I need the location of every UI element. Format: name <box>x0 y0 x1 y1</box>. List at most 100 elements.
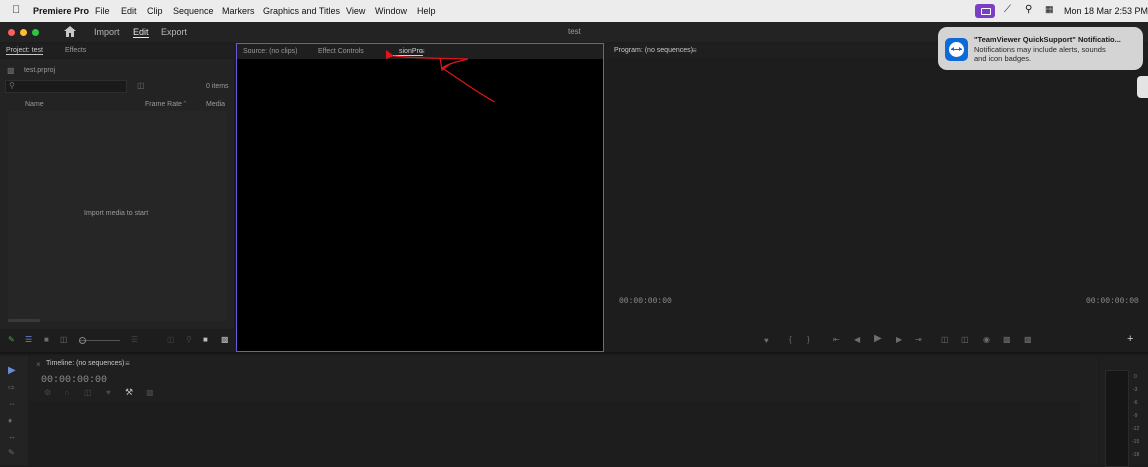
zoom-slider[interactable] <box>80 340 120 341</box>
menu-markers[interactable]: Markers <box>222 6 255 16</box>
add-marker-icon[interactable]: ♥ <box>764 337 769 345</box>
pen-tool-icon[interactable]: ✎ <box>8 449 15 457</box>
tab-source[interactable]: Source: (no clips) <box>243 48 297 55</box>
step-back-icon[interactable]: ◀ <box>854 336 860 344</box>
media-list-area: Import media to start <box>8 111 226 321</box>
go-to-out-icon[interactable]: ⇥ <box>915 336 922 344</box>
tab-effect-controls[interactable]: Effect Controls <box>318 48 364 55</box>
document-title: test <box>568 27 581 36</box>
tools-panel: ▶ ⇨ ⇔ ♦ ↔ ✎ <box>0 356 28 465</box>
icon-view-icon[interactable]: ■ <box>44 336 49 344</box>
go-to-in-icon[interactable]: ⇤ <box>833 336 840 344</box>
linked-selection-icon[interactable]: ◫ <box>84 389 92 397</box>
ripple-edit-tool-icon[interactable]: ⇔ <box>8 400 16 408</box>
timeline-track-area[interactable] <box>30 402 1080 465</box>
column-frame-rate[interactable]: Frame Rate <box>145 101 182 108</box>
step-forward-icon[interactable]: ▶ <box>896 336 902 344</box>
timeline-panel-menu-icon[interactable]: ≡ <box>125 360 130 368</box>
meter-tick-1: -3 <box>1133 387 1138 393</box>
zoom-window-button[interactable] <box>32 29 39 36</box>
wifi-off-icon[interactable]: ⟋ <box>1004 4 1011 15</box>
meter-tick-5: -15 <box>1132 439 1140 445</box>
captions-icon[interactable]: ▩ <box>146 389 154 397</box>
search-icon: ⚲ <box>9 81 15 90</box>
new-item-icon[interactable]: ▩ <box>221 336 229 344</box>
track-select-tool-icon[interactable]: ⇨ <box>8 384 15 392</box>
extract-icon[interactable]: ◫ <box>961 336 969 344</box>
automate-to-sequence-icon[interactable]: ◫ <box>167 336 175 344</box>
tab-program[interactable]: Program: (no sequences) <box>614 47 693 54</box>
close-window-button[interactable] <box>8 29 15 36</box>
program-panel-menu-icon[interactable]: ≡ <box>692 47 697 55</box>
project-bottom-toolbar: ✎ ☰ ■ ◫ ☰ ◫ ⚲ ■ ▩ <box>0 333 234 349</box>
minimize-window-button[interactable] <box>20 29 27 36</box>
menu-app-name[interactable]: Premiere Pro <box>33 6 89 16</box>
notification-body-line2: and icon badges. <box>974 54 1032 63</box>
timeline-marker-icon[interactable]: ♥ <box>106 389 111 397</box>
workspace-import-tab[interactable]: Import <box>94 27 120 37</box>
zoom-slider-handle[interactable] <box>79 337 86 344</box>
close-timeline-icon[interactable]: × <box>36 361 41 369</box>
slip-tool-icon[interactable]: ↔ <box>8 433 16 441</box>
teamviewer-side-tab[interactable] <box>1137 76 1148 98</box>
teamviewer-status-icon[interactable] <box>975 4 995 18</box>
mark-out-icon[interactable]: } <box>807 336 810 344</box>
insert-sequence-icon[interactable]: ⚙ <box>44 389 51 397</box>
razor-tool-icon[interactable]: ♦ <box>8 417 12 425</box>
tab-project[interactable]: Project: test <box>6 47 43 55</box>
audio-meter: 0 -3 -6 -9 -12 -15 -18 <box>1100 356 1148 467</box>
horizontal-scrollbar[interactable] <box>8 319 40 322</box>
tab-timeline[interactable]: Timeline: (no sequences) <box>46 360 124 367</box>
new-search-bin-icon[interactable]: ◫ <box>137 82 145 90</box>
comparison-view-icon[interactable]: ▩ <box>1003 336 1011 344</box>
export-frame-icon[interactable]: ◉ <box>983 336 990 344</box>
tab-effects[interactable]: Effects <box>65 47 86 54</box>
wrench-icon[interactable]: ⚒ <box>125 388 133 397</box>
pencil-icon[interactable]: ✎ <box>8 336 15 344</box>
search-icon[interactable]: ⚲ <box>1025 4 1032 15</box>
mark-in-icon[interactable]: { <box>789 336 792 344</box>
play-icon[interactable]: ▶ <box>874 334 882 344</box>
add-button-icon[interactable]: + <box>1127 334 1133 345</box>
list-view-icon[interactable]: ☰ <box>25 336 32 344</box>
program-monitor: 00:00:00:00 00:00:00:00 ♥ { } ⇤ ◀ ▶ ▶ ⇥ … <box>606 59 1148 349</box>
notification-banner[interactable]: "TeamViewer QuickSupport" Notificatio...… <box>938 27 1143 70</box>
sort-ascending-icon[interactable]: ⌃ <box>182 101 188 109</box>
home-icon[interactable] <box>64 26 76 37</box>
sort-icons-icon[interactable]: ☰ <box>131 336 138 344</box>
timeline-timecode[interactable]: 00:00:00:00 <box>41 375 107 386</box>
menu-view[interactable]: View <box>346 6 365 16</box>
menu-graphics-and-titles[interactable]: Graphics and Titles <box>263 6 340 16</box>
meter-tick-4: -12 <box>1132 426 1140 432</box>
menu-sequence[interactable]: Sequence <box>173 6 214 16</box>
audio-meter-bar <box>1105 370 1129 467</box>
meter-tick-6: -18 <box>1132 452 1140 458</box>
notification-title: "TeamViewer QuickSupport" Notificatio... <box>974 35 1121 44</box>
menu-file[interactable]: File <box>95 6 110 16</box>
meter-tick-0: 0 <box>1134 374 1137 380</box>
menu-window[interactable]: Window <box>375 6 407 16</box>
notification-body-line1: Notifications may include alerts, sounds <box>974 45 1106 54</box>
menu-clip[interactable]: Clip <box>147 6 163 16</box>
workspace-export-tab[interactable]: Export <box>161 27 187 37</box>
find-icon[interactable]: ⚲ <box>186 336 192 344</box>
apple-icon[interactable]:  <box>12 4 20 16</box>
proxy-toggle-icon[interactable]: ▩ <box>1024 336 1032 344</box>
program-timecode-left[interactable]: 00:00:00:00 <box>619 297 672 306</box>
freeform-view-icon[interactable]: ◫ <box>60 336 68 344</box>
empty-media-message: Import media to start <box>84 210 149 217</box>
bin-icon: ▩ <box>7 66 15 75</box>
column-name[interactable]: Name <box>25 101 44 108</box>
column-media[interactable]: Media <box>206 101 225 108</box>
project-file-name: test.prproj <box>24 67 56 74</box>
workspace-edit-tab[interactable]: Edit <box>133 27 149 38</box>
program-timecode-right: 00:00:00:00 <box>1086 297 1139 306</box>
menu-edit[interactable]: Edit <box>121 6 137 16</box>
search-input[interactable] <box>5 80 127 93</box>
lift-icon[interactable]: ◫ <box>941 336 949 344</box>
selection-tool-icon[interactable]: ▶ <box>8 366 16 376</box>
snap-icon[interactable]: ∩ <box>64 389 70 397</box>
control-center-icon[interactable]: ▦ <box>1045 4 1054 15</box>
new-bin-icon[interactable]: ■ <box>203 336 208 344</box>
menu-help[interactable]: Help <box>417 6 436 16</box>
